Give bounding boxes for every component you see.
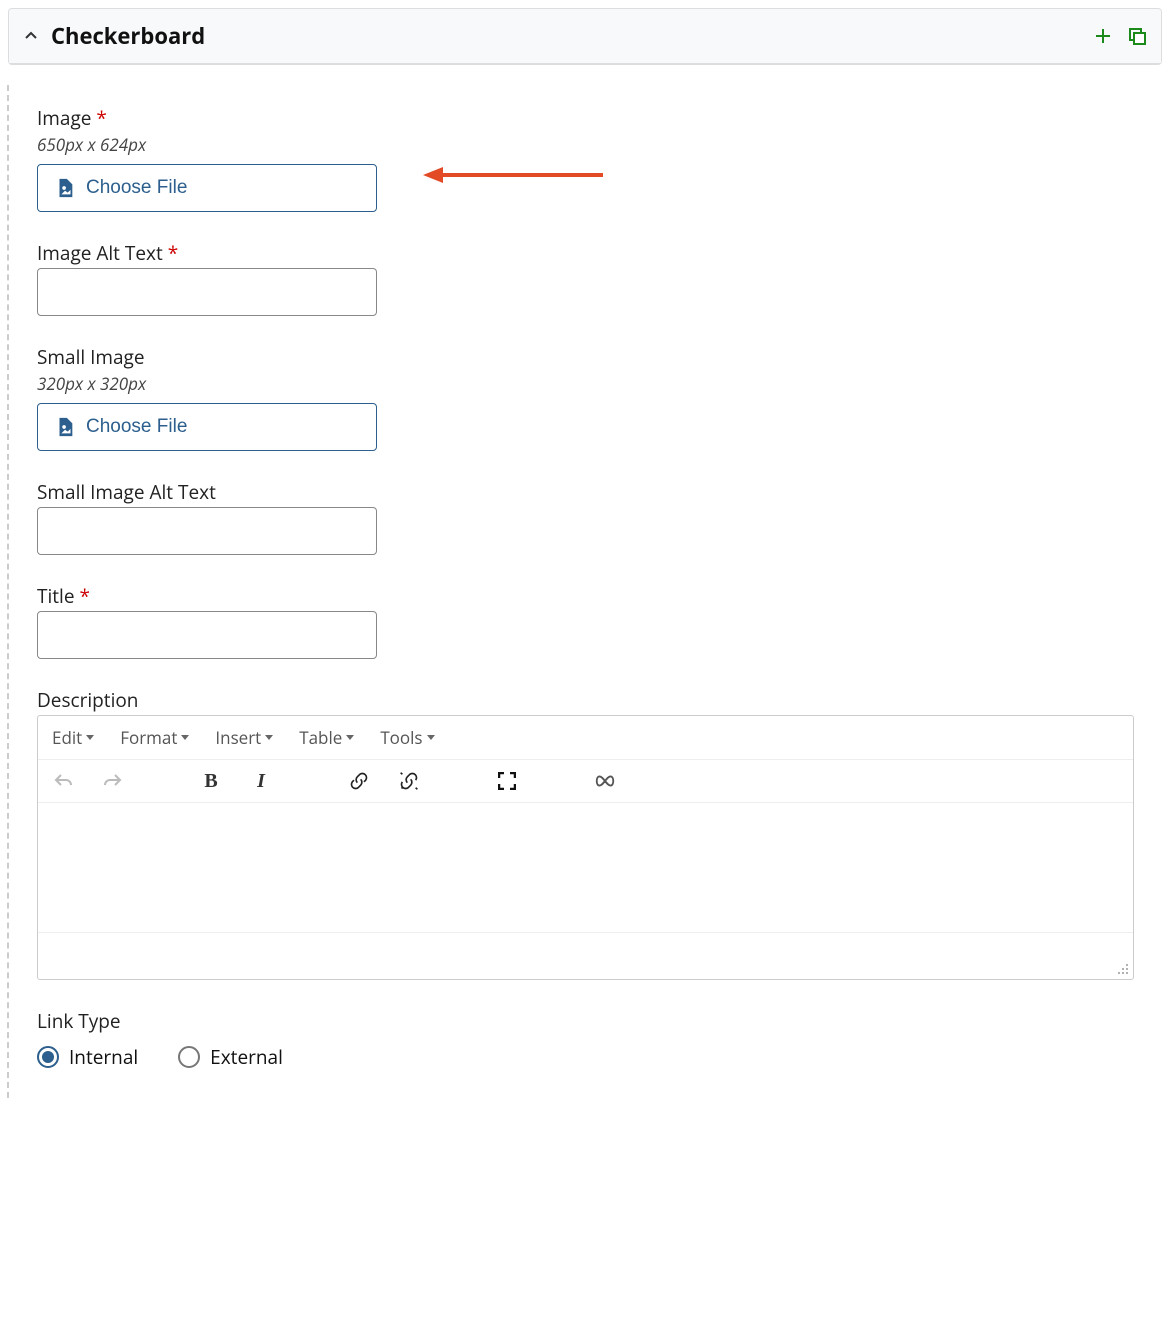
caret-down-icon bbox=[346, 735, 354, 740]
caret-down-icon bbox=[265, 735, 273, 740]
description-field: Description Edit Format Insert Table Too… bbox=[37, 687, 1134, 980]
caret-down-icon bbox=[181, 735, 189, 740]
unlink-icon bbox=[399, 771, 419, 791]
image-choose-file-button[interactable]: Choose File bbox=[37, 164, 377, 212]
title-field: Title * bbox=[37, 583, 1134, 659]
fullscreen-icon bbox=[498, 772, 516, 790]
checkerboard-panel: Checkerboard bbox=[8, 8, 1162, 65]
undo-icon bbox=[53, 771, 73, 791]
editor-content[interactable] bbox=[38, 803, 1133, 933]
plus-icon bbox=[1094, 27, 1112, 45]
small-image-choose-file-button[interactable]: Choose File bbox=[37, 403, 377, 451]
italic-button[interactable]: I bbox=[250, 770, 272, 792]
required-marker: * bbox=[168, 240, 178, 266]
title-label: Title * bbox=[37, 583, 1134, 609]
undo-button[interactable] bbox=[52, 770, 74, 792]
panel-body: Image * 650px x 624px Choose File bbox=[7, 85, 1162, 1098]
link-type-options: Internal External bbox=[37, 1044, 1134, 1070]
link-type-label: Link Type bbox=[37, 1008, 1134, 1034]
choose-file-label: Choose File bbox=[86, 177, 187, 199]
infinity-icon bbox=[594, 774, 616, 788]
image-alt-input[interactable] bbox=[37, 268, 377, 316]
radio-icon bbox=[178, 1046, 200, 1068]
image-field: Image * 650px x 624px Choose File bbox=[37, 105, 1134, 212]
image-file-icon bbox=[54, 177, 76, 199]
annotation-arrow bbox=[423, 165, 603, 185]
fullscreen-button[interactable] bbox=[496, 770, 518, 792]
unlink-button[interactable] bbox=[398, 770, 420, 792]
editor-toolbar: B I bbox=[38, 760, 1133, 803]
radio-label: Internal bbox=[69, 1044, 138, 1070]
title-input[interactable] bbox=[37, 611, 377, 659]
caret-down-icon bbox=[427, 735, 435, 740]
radio-icon bbox=[37, 1046, 59, 1068]
add-button[interactable] bbox=[1093, 26, 1113, 46]
menu-tools[interactable]: Tools bbox=[380, 726, 434, 749]
arrow-left-icon bbox=[423, 165, 603, 185]
image-alt-label: Image Alt Text * bbox=[37, 240, 1134, 266]
editor-menubar: Edit Format Insert Table Tools bbox=[38, 716, 1133, 760]
panel-header: Checkerboard bbox=[9, 9, 1161, 64]
small-image-field: Small Image 320px x 320px Choose File bbox=[37, 344, 1134, 451]
image-file-icon bbox=[54, 416, 76, 438]
image-alt-field: Image Alt Text * bbox=[37, 240, 1134, 316]
small-image-alt-field: Small Image Alt Text bbox=[37, 479, 1134, 555]
small-image-label: Small Image bbox=[37, 344, 1134, 370]
editor-statusbar bbox=[38, 933, 1133, 979]
panel-title: Checkerboard bbox=[51, 21, 1093, 51]
small-image-alt-input[interactable] bbox=[37, 507, 377, 555]
choose-file-label: Choose File bbox=[86, 416, 187, 438]
bold-button[interactable]: B bbox=[200, 770, 222, 792]
required-marker: * bbox=[96, 105, 106, 131]
copy-icon bbox=[1127, 26, 1147, 46]
link-type-internal[interactable]: Internal bbox=[37, 1044, 138, 1070]
chevron-up-icon bbox=[24, 29, 38, 43]
link-type-external[interactable]: External bbox=[178, 1044, 283, 1070]
description-label: Description bbox=[37, 687, 1134, 713]
menu-format[interactable]: Format bbox=[120, 726, 189, 749]
link-type-field: Link Type Internal External bbox=[37, 1008, 1134, 1070]
required-marker: * bbox=[79, 583, 89, 609]
redo-button[interactable] bbox=[102, 770, 124, 792]
collapse-toggle[interactable] bbox=[23, 28, 39, 44]
rich-text-editor: Edit Format Insert Table Tools B I bbox=[37, 715, 1134, 980]
infinity-button[interactable] bbox=[594, 770, 616, 792]
caret-down-icon bbox=[86, 735, 94, 740]
link-icon bbox=[349, 771, 369, 791]
image-label: Image * bbox=[37, 105, 1134, 131]
small-image-alt-label: Small Image Alt Text bbox=[37, 479, 1134, 505]
small-image-hint: 320px x 320px bbox=[37, 372, 1134, 395]
redo-icon bbox=[103, 771, 123, 791]
menu-edit[interactable]: Edit bbox=[52, 726, 94, 749]
copy-button[interactable] bbox=[1127, 26, 1147, 46]
resize-grip-icon[interactable] bbox=[1117, 963, 1129, 975]
menu-insert[interactable]: Insert bbox=[215, 726, 273, 749]
link-button[interactable] bbox=[348, 770, 370, 792]
image-hint: 650px x 624px bbox=[37, 133, 1134, 156]
radio-label: External bbox=[210, 1044, 283, 1070]
panel-actions bbox=[1093, 26, 1147, 46]
menu-table[interactable]: Table bbox=[299, 726, 354, 749]
